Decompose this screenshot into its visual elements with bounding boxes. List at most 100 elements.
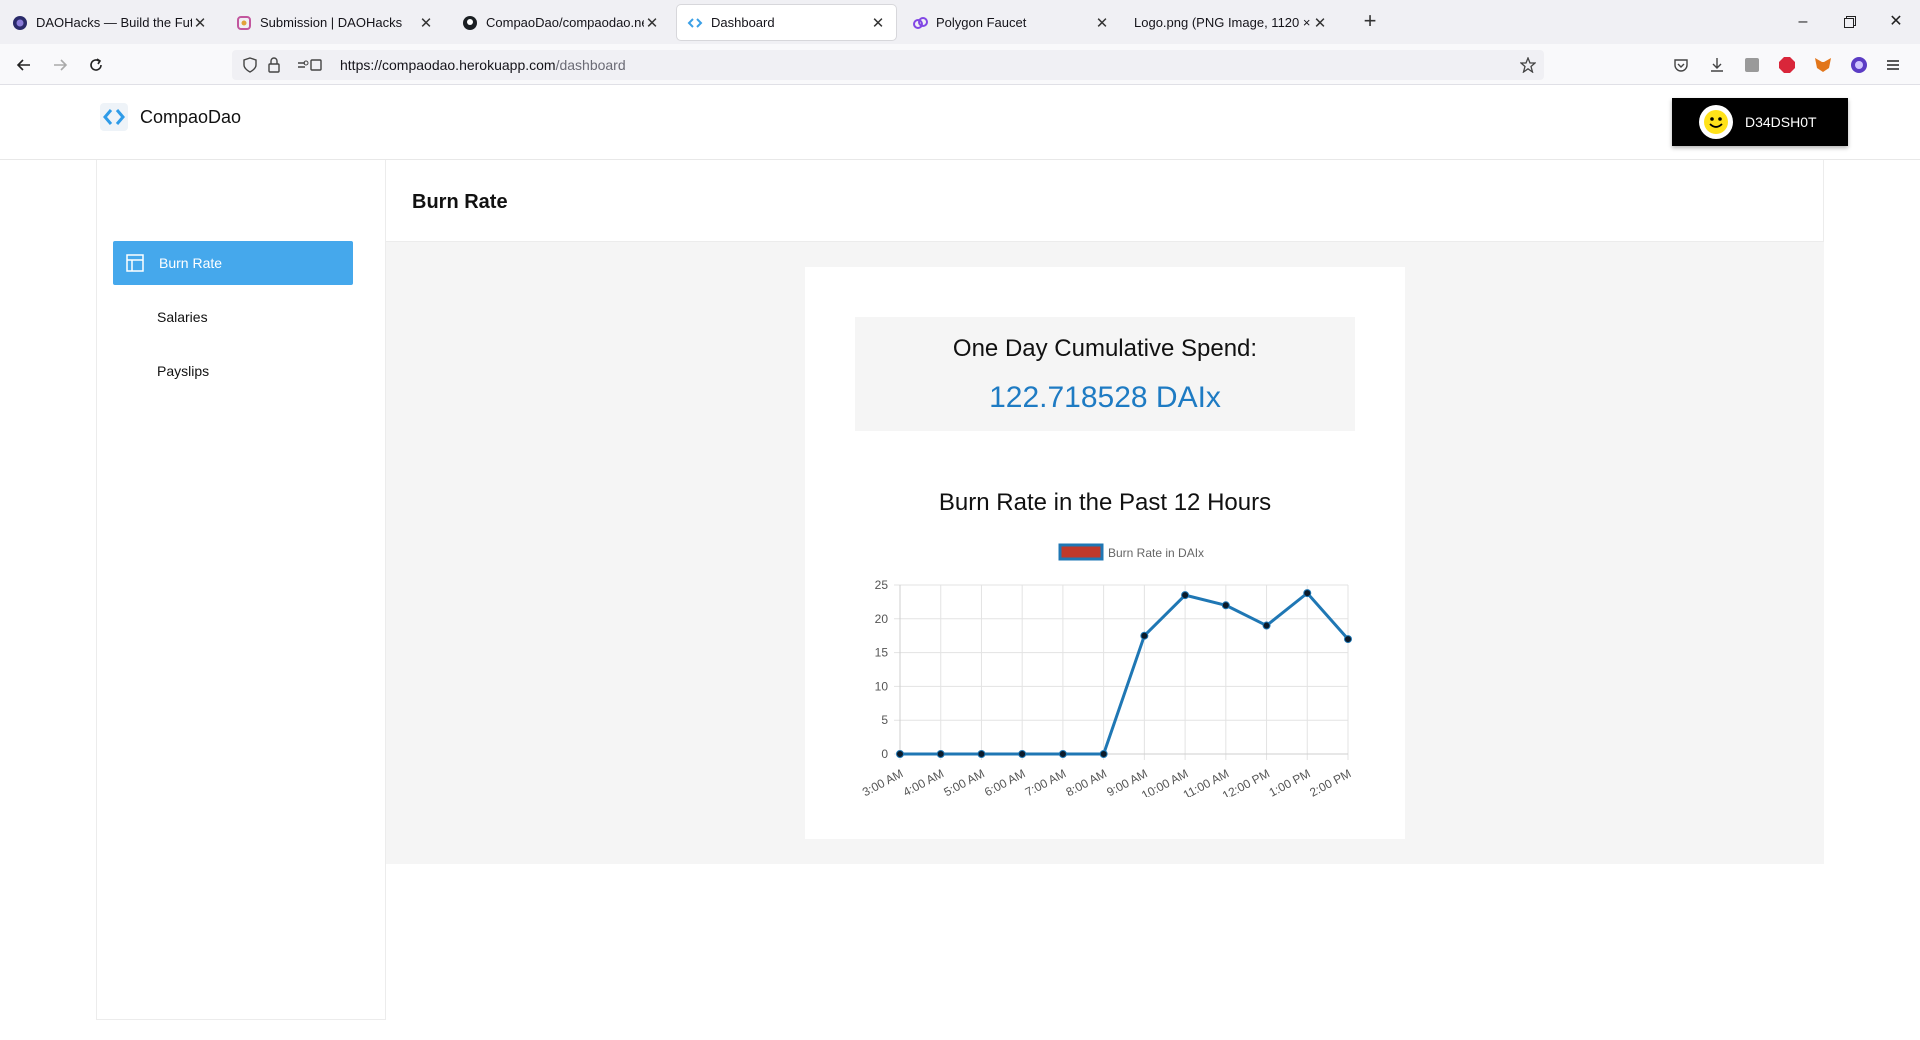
cumulative-spend-box: One Day Cumulative Spend: 122.718528 DAI… (855, 317, 1355, 431)
x-tick-label: 8:00 AM (1064, 766, 1109, 797)
menu-icon[interactable] (1884, 56, 1902, 74)
x-tick-label: 1:00 PM (1267, 766, 1313, 797)
close-icon[interactable]: ✕ (1094, 14, 1110, 32)
tab-title: CompaoDao/compaodao.next: (486, 15, 644, 30)
sidebar: Burn Rate Salaries Payslips (96, 160, 386, 1020)
data-point (977, 750, 986, 758)
layout-icon (125, 253, 145, 273)
data-point (1099, 750, 1108, 758)
x-tick-label: 5:00 AM (941, 766, 986, 797)
sidebar-item-payslips[interactable]: Payslips (113, 349, 353, 393)
github-icon (462, 15, 478, 31)
brand[interactable]: CompaoDao (100, 103, 241, 131)
browser-tab-strip: DAOHacks — Build the Future o ✕ Submissi… (0, 0, 1920, 44)
profile-icon[interactable] (1850, 56, 1868, 74)
polygon-icon (912, 15, 928, 31)
tab-title: Logo.png (PNG Image, 1120 × 143 p (1134, 15, 1312, 30)
browser-tab[interactable]: CompaoDao/compaodao.next: ✕ (452, 5, 670, 40)
x-tick-label: 6:00 AM (982, 766, 1027, 797)
data-point (1058, 750, 1067, 758)
burn-rate-chart: 0 5 10 15 20 25 3:00 AM4:00 AM5:00 AM6:00 AM7:… (860, 543, 1353, 797)
tab-title: Polygon Faucet (936, 15, 1027, 30)
cumulative-spend-value: 122.718528 DAIx (989, 381, 1221, 414)
browser-tab[interactable]: DAOHacks — Build the Future o ✕ (2, 5, 218, 40)
page-title: Burn Rate (412, 191, 508, 213)
sidebar-item-label: Payslips (157, 363, 210, 379)
legend-label: Burn Rate in DAIx (1108, 546, 1204, 560)
close-icon[interactable]: ✕ (418, 14, 434, 32)
submission-icon (236, 15, 252, 31)
data-point (1344, 635, 1352, 644)
y-tick-label: 10 (875, 679, 889, 693)
metamask-icon[interactable] (1814, 56, 1832, 74)
wallet-account-button[interactable]: D34DSH0T (1672, 98, 1848, 146)
url-path: /dashboard (555, 57, 626, 73)
tab-title: DAOHacks — Build the Future o (36, 15, 192, 30)
tab-title: Submission | DAOHacks (260, 15, 403, 30)
lock-icon[interactable] (266, 57, 282, 73)
forward-button[interactable] (46, 51, 74, 79)
x-tick-label: 7:00 AM (1023, 766, 1068, 797)
data-point (936, 750, 945, 758)
y-tick-label: 0 (881, 747, 888, 761)
url-text[interactable]: https://compaodao.herokuapp.com/dashboar… (340, 57, 626, 73)
data-point (896, 750, 904, 758)
x-tick-label: 4:00 AM (901, 766, 946, 797)
pocket-icon[interactable] (1672, 56, 1690, 74)
close-icon[interactable]: ✕ (870, 14, 886, 32)
permissions-icon[interactable] (296, 57, 328, 73)
browser-tab-active[interactable]: Dashboard ✕ (677, 5, 896, 40)
data-point (1303, 589, 1312, 598)
y-tick-label: 25 (875, 578, 889, 592)
smiley-avatar-icon (1699, 105, 1733, 139)
back-button[interactable] (10, 51, 38, 79)
reload-button[interactable] (82, 51, 110, 79)
y-tick-label: 20 (875, 612, 889, 626)
x-tick-label: 3:00 AM (860, 766, 905, 797)
series-line (900, 591, 1350, 756)
new-tab-button[interactable]: + (1358, 10, 1382, 34)
compaodao-logo-icon (100, 103, 128, 131)
extension-icon[interactable] (1743, 56, 1761, 74)
restore-button[interactable] (1827, 8, 1873, 36)
data-point (1262, 621, 1271, 630)
y-tick-label: 15 (875, 646, 889, 660)
compaodao-icon (687, 15, 703, 31)
bookmark-star-icon[interactable] (1520, 57, 1536, 73)
browser-tab[interactable]: Logo.png (PNG Image, 1120 × 143 p ✕ (1126, 5, 1338, 40)
close-window-button[interactable]: ✕ (1873, 8, 1919, 36)
sidebar-item-salaries[interactable]: Salaries (113, 295, 353, 339)
x-tick-label: 12:00 PM (1220, 766, 1272, 797)
data-point (1221, 601, 1230, 610)
x-tick-label: 2:00 PM (1307, 766, 1353, 797)
app-header: CompaoDao D34DSH0T (0, 85, 1920, 160)
shield-icon[interactable] (242, 57, 258, 73)
url-host: https://compaodao.herokuapp.com (340, 57, 556, 73)
address-bar[interactable]: https://compaodao.herokuapp.com/dashboar… (232, 50, 1544, 80)
cumulative-spend-label: One Day Cumulative Spend: (952, 335, 1258, 362)
content-body: One Day Cumulative Spend: 122.718528 DAI… (386, 242, 1824, 864)
browser-tab[interactable]: Polygon Faucet ✕ (902, 5, 1120, 40)
data-point (1181, 591, 1190, 600)
y-tick-label: 5 (881, 713, 888, 727)
sidebar-item-burn-rate[interactable]: Burn Rate (113, 241, 353, 285)
sidebar-item-label: Salaries (157, 309, 208, 325)
content-header: Burn Rate (386, 160, 1824, 242)
sidebar-item-label: Burn Rate (159, 255, 223, 271)
daohacks-icon (12, 15, 28, 31)
legend-swatch (1058, 543, 1104, 561)
brand-name: CompaoDao (140, 106, 242, 127)
data-point (1018, 750, 1027, 758)
data-point (1140, 631, 1149, 640)
burn-rate-card: One Day Cumulative Spend: 122.718528 DAI… (805, 267, 1405, 839)
minimize-button[interactable]: – (1780, 8, 1826, 36)
close-icon[interactable]: ✕ (192, 14, 208, 32)
user-name: D34DSH0T (1745, 114, 1817, 130)
adblock-icon[interactable] (1778, 56, 1796, 74)
browser-nav-bar: https://compaodao.herokuapp.com/dashboar… (0, 44, 1920, 85)
chart-title: Burn Rate in the Past 12 Hours (938, 489, 1272, 516)
close-icon[interactable]: ✕ (644, 14, 660, 32)
close-icon[interactable]: ✕ (1312, 14, 1328, 32)
download-icon[interactable] (1708, 56, 1726, 74)
browser-tab[interactable]: Submission | DAOHacks ✕ (226, 5, 444, 40)
